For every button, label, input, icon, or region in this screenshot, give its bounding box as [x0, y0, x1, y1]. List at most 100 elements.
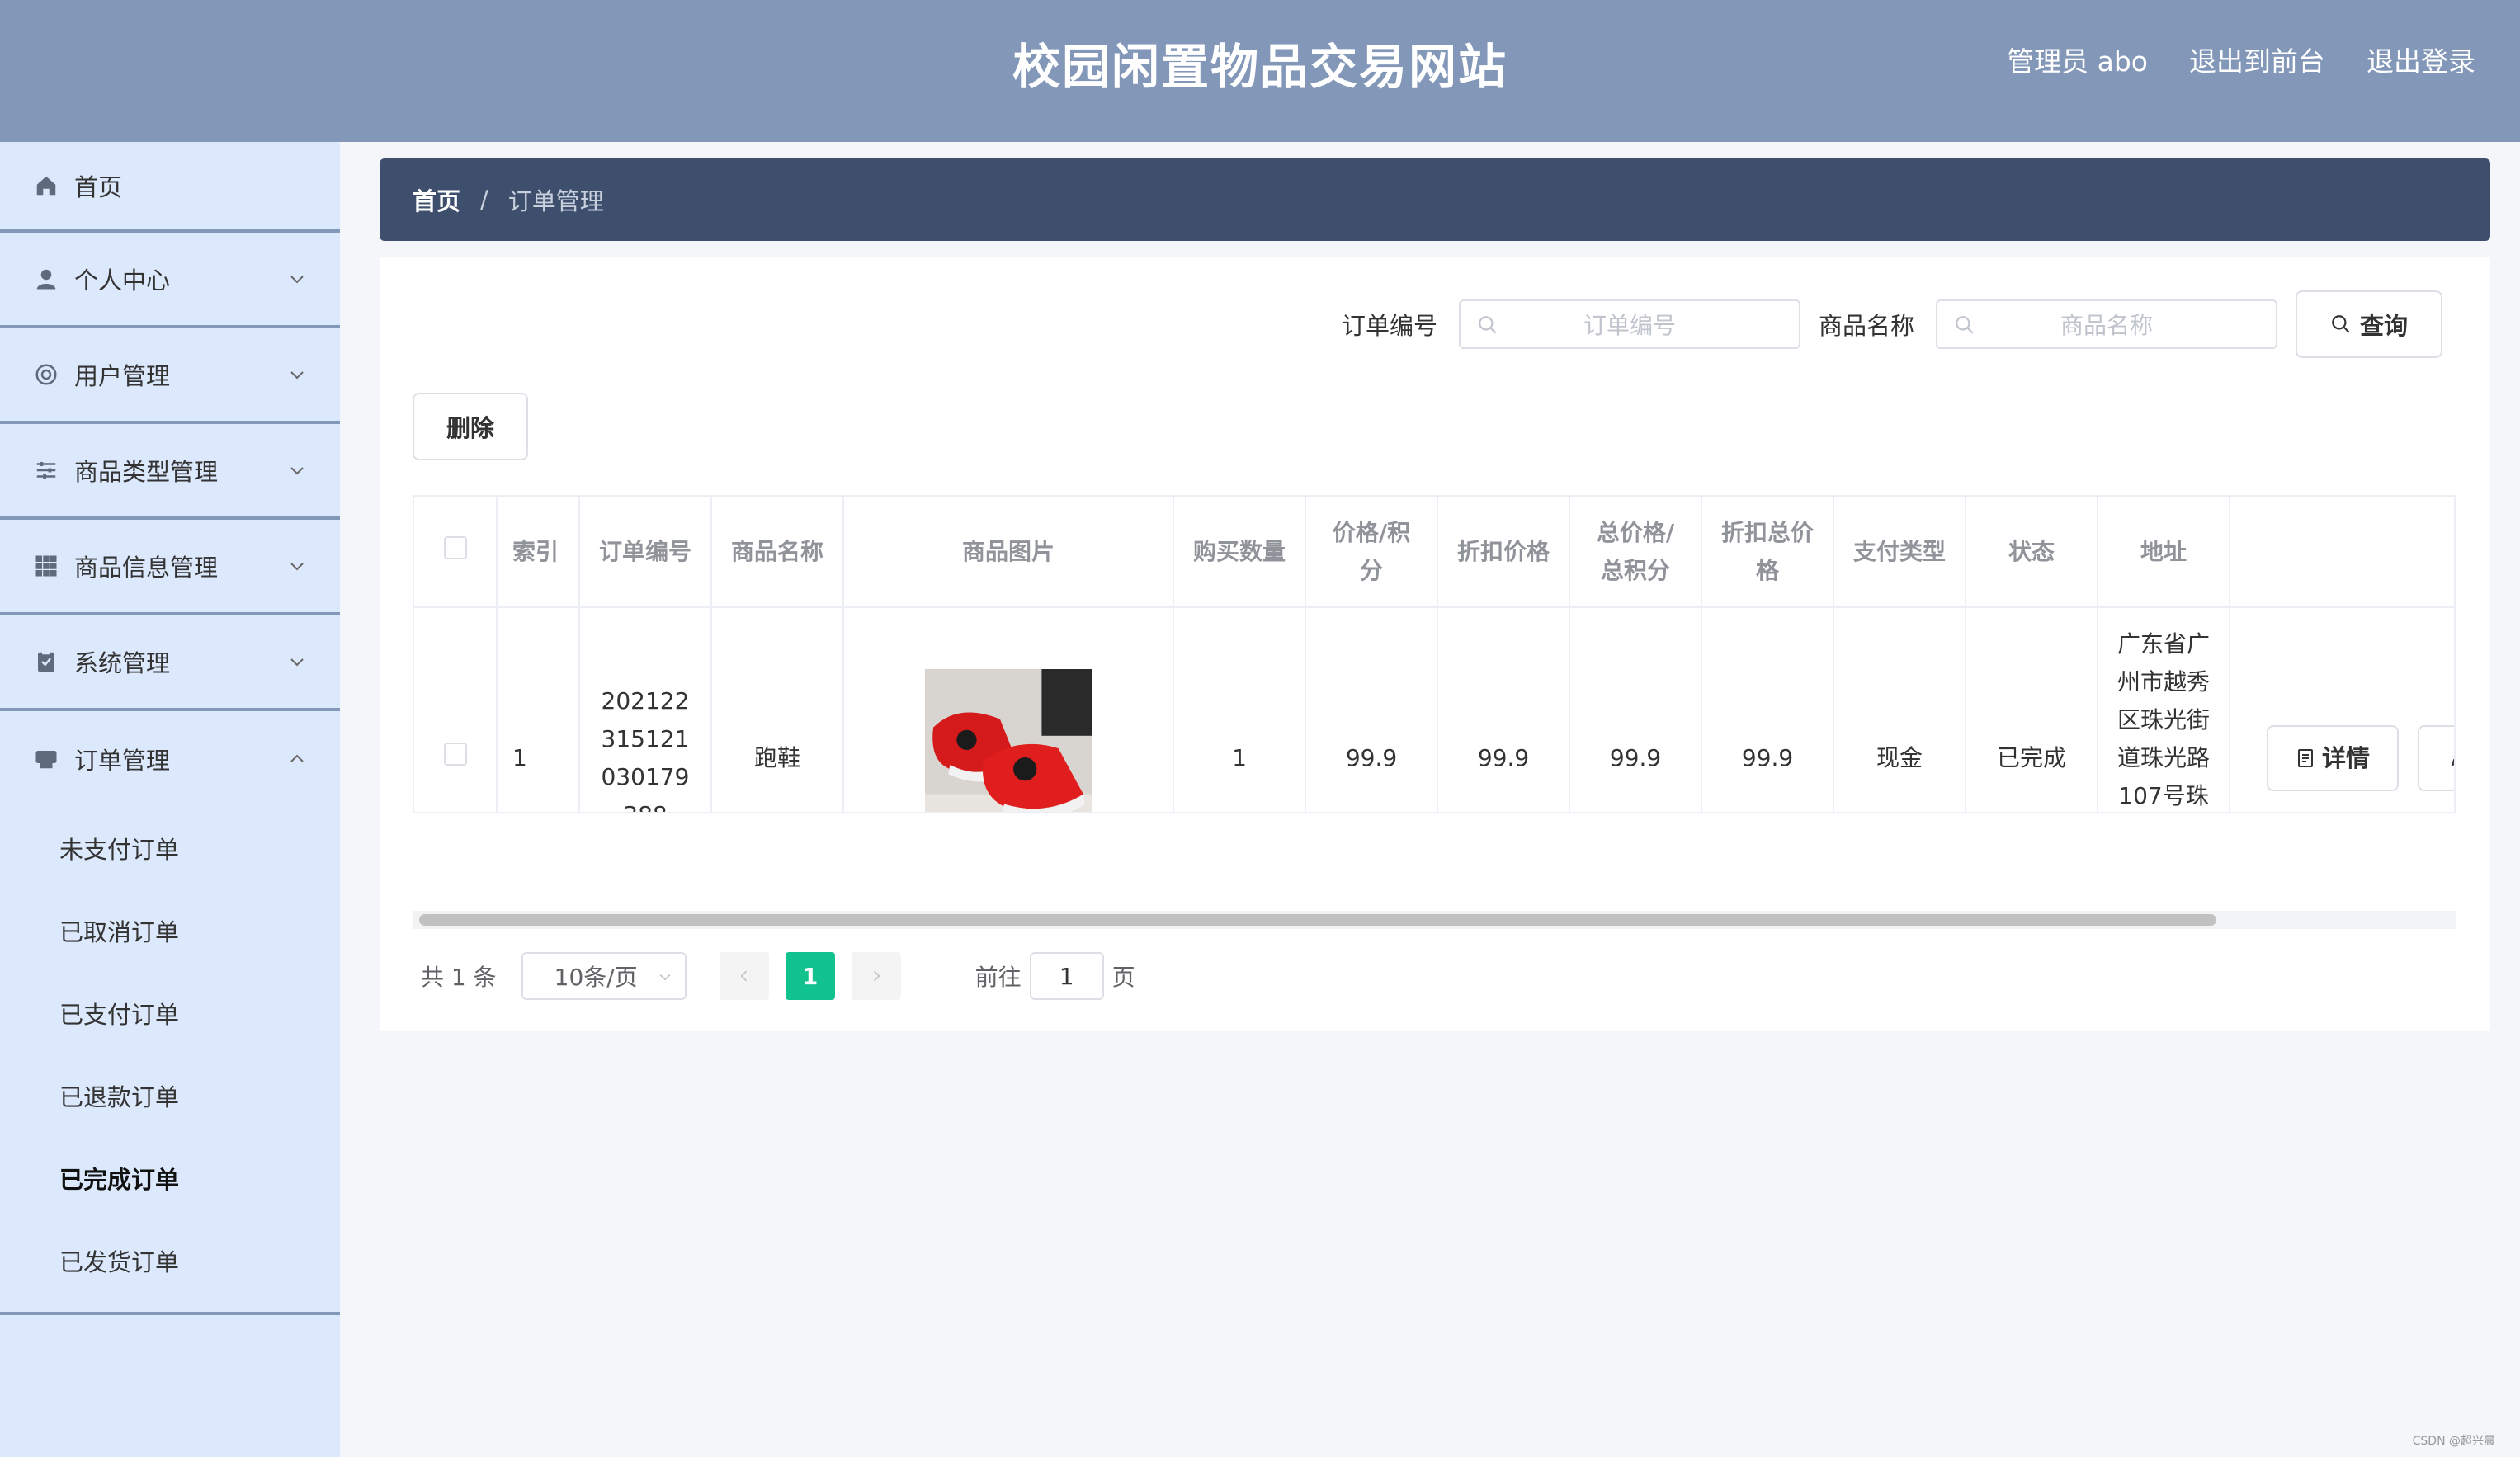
search-icon [1479, 316, 1497, 334]
row-checkbox[interactable] [443, 742, 467, 766]
logout-link[interactable]: 退出登录 [2367, 40, 2475, 79]
goods-name-input[interactable]: 商品名称 [1936, 299, 2277, 349]
cell-index: 1 [497, 607, 580, 812]
col-address: 地址 [2098, 497, 2230, 608]
page-size-value: 10条/页 [554, 964, 638, 991]
chevron-down-icon [290, 371, 304, 380]
prev-page-button[interactable] [719, 952, 769, 1000]
sidebar-item-goods-type[interactable]: 商品类型管理 [0, 424, 340, 520]
col-quantity: 购买数量 [1173, 497, 1306, 608]
sidebar-item-orders[interactable]: 订单管理 [0, 711, 340, 807]
breadcrumb-current: 订单管理 [507, 187, 604, 215]
main-panel: 订单编号 订单编号 商品名称 商品名称 查询 删除 索引 订单编号 商品名称 商… [380, 257, 2490, 1031]
col-pay-type: 支付类型 [1833, 497, 1966, 608]
col-status: 状态 [1966, 497, 2098, 608]
box-icon [33, 746, 59, 772]
clipboard-icon [33, 648, 59, 675]
col-actions [2230, 497, 2454, 608]
cell-price: 99.9 [1305, 607, 1438, 812]
sidebar-item-label: 商品信息管理 [74, 554, 219, 582]
document-icon [2297, 748, 2313, 767]
cell-discount-total: 99.9 [1701, 607, 1834, 812]
watermark: CSDN @超兴晨 [2412, 1435, 2495, 1448]
submenu-paid[interactable]: 已支付订单 [0, 972, 340, 1054]
next-page-button[interactable] [851, 952, 901, 1000]
order-no-placeholder: 订单编号 [1583, 312, 1676, 339]
cell-address: 广东省广州市越秀区珠光街道珠光路107号珠光路商住楼 [2098, 607, 2230, 812]
sidebar-item-personal-center[interactable]: 个人中心 [0, 233, 340, 328]
page-number-current[interactable]: 1 [785, 952, 835, 1000]
breadcrumb: 首页 / 订单管理 [380, 158, 2490, 241]
edit-button[interactable] [2417, 724, 2454, 791]
submenu-shipped[interactable]: 已发货订单 [0, 1219, 340, 1302]
submenu-completed[interactable]: 已完成订单 [0, 1137, 340, 1219]
search-icon [1956, 316, 1974, 334]
select-all-checkbox[interactable] [443, 535, 467, 559]
detail-button-label: 详情 [2321, 743, 2370, 772]
detail-button[interactable]: 详情 [2267, 724, 2399, 791]
col-discount-price: 折扣价格 [1437, 497, 1570, 608]
chevron-up-icon [290, 754, 304, 762]
sidebar-item-goods-info[interactable]: 商品信息管理 [0, 520, 340, 615]
search-icon [2332, 315, 2350, 333]
sidebar-item-home[interactable]: 首页 [0, 142, 340, 233]
sidebar-item-label: 首页 [74, 173, 123, 201]
breadcrumb-separator: / [480, 186, 488, 214]
sidebar-item-user-management[interactable]: 用户管理 [0, 328, 340, 424]
col-goods-name: 商品名称 [711, 497, 844, 608]
chevron-down-icon [290, 276, 304, 284]
sliders-icon [33, 457, 59, 483]
col-total: 总价格/总积分 [1569, 497, 1702, 608]
cell-discount-price: 99.9 [1437, 607, 1570, 812]
submenu-unpaid[interactable]: 未支付订单 [0, 807, 340, 889]
sidebar-item-label: 系统管理 [74, 649, 171, 677]
cell-order-no: 202122315121030179388 [579, 607, 712, 812]
delete-button[interactable]: 删除 [413, 393, 528, 460]
select-all-cell [414, 497, 498, 608]
goto-label: 前往 [974, 964, 1022, 991]
col-discount-total: 折扣总价格 [1701, 497, 1834, 608]
home-icon [33, 172, 59, 199]
order-no-input[interactable]: 订单编号 [1458, 299, 1800, 349]
cell-goods-image [843, 607, 1174, 814]
goto-page-input[interactable]: 1 [1029, 952, 1104, 1000]
exit-to-front-link[interactable]: 退出到前台 [2189, 40, 2325, 79]
admin-label: 管理员 abo [2007, 45, 2148, 78]
submenu-cancelled[interactable]: 已取消订单 [0, 889, 340, 972]
order-no-label: 订单编号 [1341, 312, 1437, 340]
sidebar-item-system[interactable]: 系统管理 [0, 615, 340, 711]
users-icon [33, 361, 59, 388]
order-submenu: 未支付订单 已取消订单 已支付订单 已退款订单 已完成订单 已发货订单 [0, 807, 340, 1315]
table-header-row: 索引 订单编号 商品名称 商品图片 购买数量 价格/积分 折扣价格 总价格/总积… [414, 497, 2454, 608]
cell-actions: 详情 [2230, 607, 2454, 812]
sidebar-item-label: 个人中心 [74, 266, 171, 295]
search-bar: 订单编号 订单编号 商品名称 商品名称 查询 [1342, 290, 2442, 358]
header-actions: 管理员 abo 退出到前台 退出登录 [2007, 40, 2475, 79]
order-table: 索引 订单编号 商品名称 商品图片 购买数量 价格/积分 折扣价格 总价格/总积… [413, 495, 2456, 813]
chevron-right-icon [873, 970, 880, 982]
query-button[interactable]: 查询 [2296, 290, 2442, 358]
page-size-select[interactable]: 10条/页 [521, 952, 687, 1000]
submenu-refunded[interactable]: 已退款订单 [0, 1054, 340, 1137]
goods-name-placeholder: 商品名称 [2060, 312, 2153, 339]
pagination: 共 1 条 10条/页 1 前往 1 页 [421, 952, 1135, 1000]
breadcrumb-home[interactable]: 首页 [413, 182, 460, 217]
col-index: 索引 [497, 497, 580, 608]
sidebar-item-label: 商品类型管理 [74, 458, 219, 486]
col-price: 价格/积分 [1305, 497, 1438, 608]
cell-goods-name: 跑鞋 [711, 607, 844, 812]
cell-total: 99.9 [1569, 607, 1702, 812]
product-image[interactable] [925, 668, 1092, 814]
chevron-down-icon [290, 658, 304, 667]
chevron-down-icon [290, 563, 304, 571]
cell-pay-type: 现金 [1833, 607, 1966, 812]
pagination-total: 共 1 条 [421, 964, 497, 991]
horizontal-scrollbar[interactable] [413, 911, 2456, 929]
user-icon [33, 266, 59, 292]
cell-quantity: 1 [1173, 607, 1306, 812]
sidebar-item-label: 订单管理 [74, 747, 171, 775]
col-order-no: 订单编号 [579, 497, 712, 608]
scrollbar-thumb[interactable] [419, 914, 2216, 926]
page-suffix: 页 [1111, 964, 1135, 991]
table-row: 1 202122315121030179388 跑鞋 [414, 607, 2454, 814]
